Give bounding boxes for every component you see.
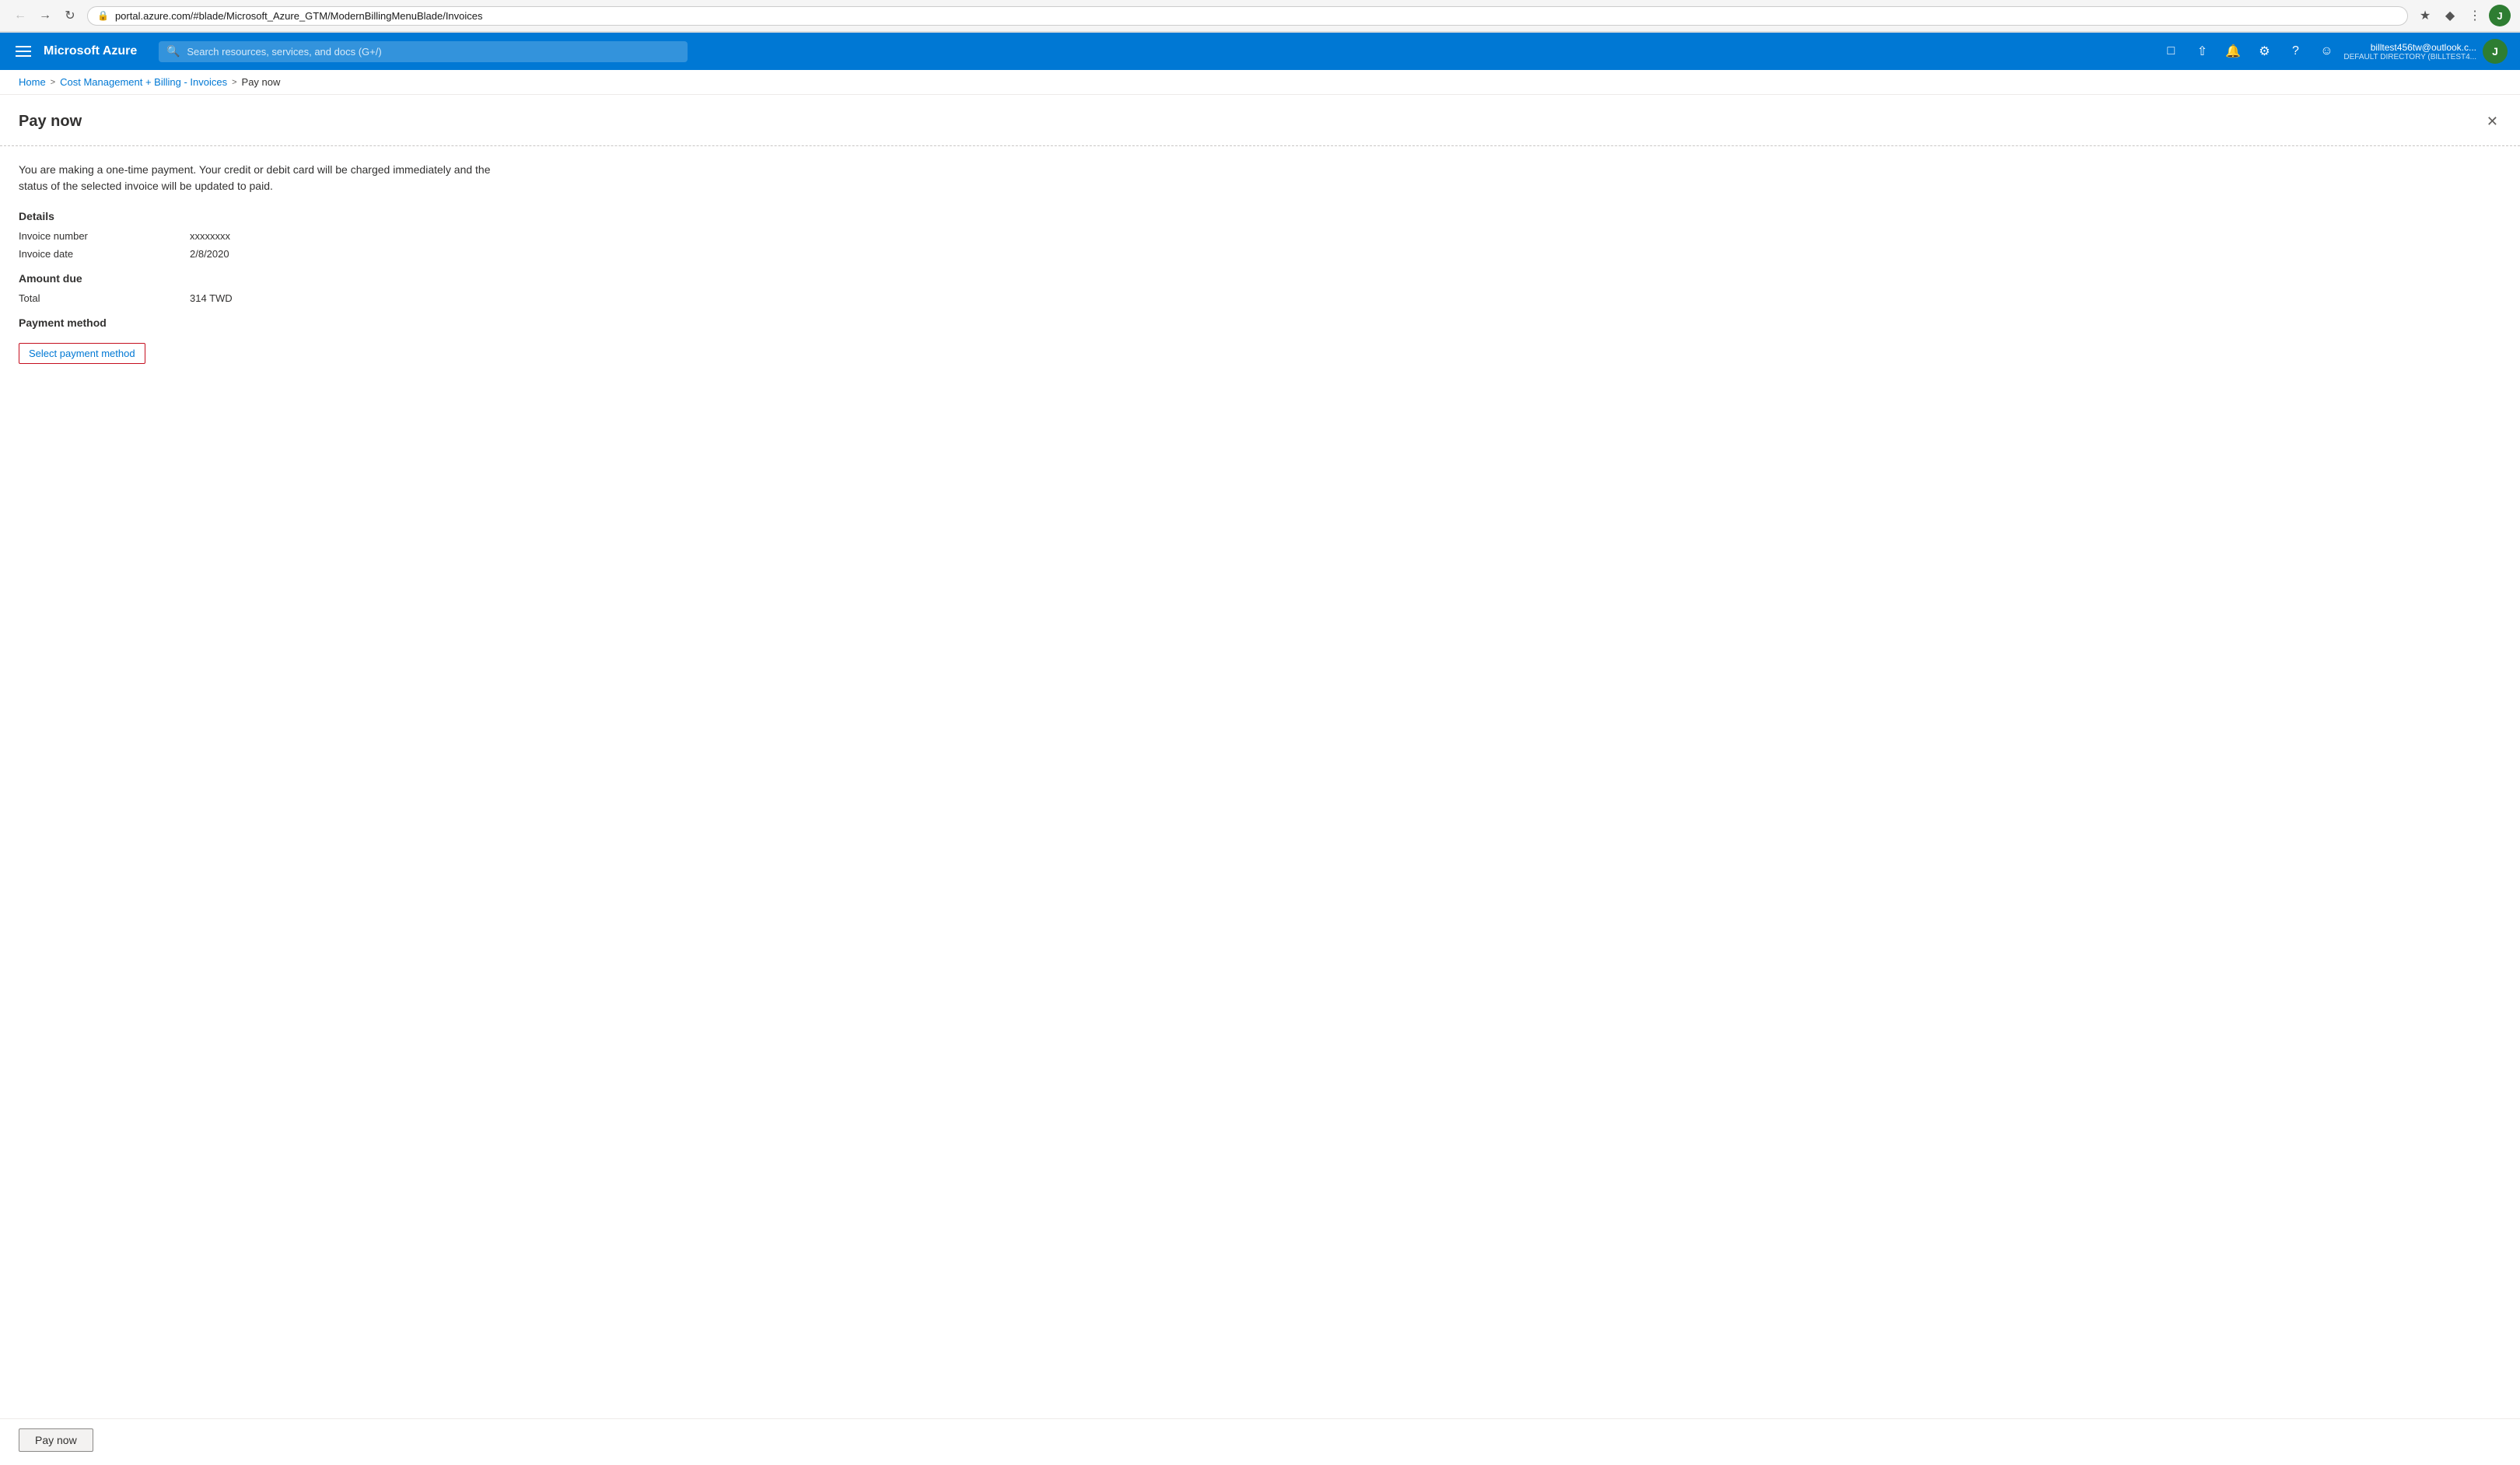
- bookmark-button[interactable]: ★: [2414, 5, 2436, 26]
- url-text: portal.azure.com/#blade/Microsoft_Azure_…: [115, 10, 2398, 22]
- feedback-button[interactable]: ☺: [2312, 37, 2340, 65]
- select-payment-method-button[interactable]: Select payment method: [19, 343, 145, 364]
- invoice-number-label: Invoice number: [19, 230, 190, 242]
- search-icon: 🔍: [166, 45, 180, 58]
- amount-due-section-title: Amount due: [19, 272, 2501, 285]
- cloud-shell-button[interactable]: □: [2157, 37, 2185, 65]
- forward-button[interactable]: →: [34, 5, 56, 26]
- invoice-number-value: xxxxxxxx: [190, 230, 230, 242]
- breadcrumb-sep-2: >: [232, 78, 236, 87]
- user-avatar[interactable]: J: [2483, 39, 2508, 64]
- info-text: You are making a one-time payment. Your …: [19, 162, 516, 194]
- azure-topbar: Microsoft Azure 🔍 □ ⇧ 🔔 ⚙ ? ☺ billtest45…: [0, 33, 2520, 70]
- settings-button[interactable]: ⚙: [2250, 37, 2278, 65]
- breadcrumb-home[interactable]: Home: [19, 76, 46, 88]
- panel-footer: Pay now: [0, 1418, 2520, 1461]
- panel-header: Pay now ✕: [0, 95, 2520, 146]
- topbar-actions: □ ⇧ 🔔 ⚙ ? ☺ billtest456tw@outlook.c... D…: [2157, 37, 2508, 65]
- more-button[interactable]: ⋮: [2464, 5, 2486, 26]
- help-button[interactable]: ?: [2281, 37, 2309, 65]
- lock-icon: 🔒: [97, 10, 109, 21]
- refresh-button[interactable]: ↻: [59, 5, 81, 26]
- azure-logo: Microsoft Azure: [44, 44, 137, 58]
- main-content: Home > Cost Management + Billing - Invoi…: [0, 70, 2520, 1465]
- browser-toolbar: ← → ↻ 🔒 portal.azure.com/#blade/Microsof…: [0, 0, 2520, 32]
- invoice-date-row: Invoice date 2/8/2020: [19, 248, 2501, 260]
- breadcrumb-billing[interactable]: Cost Management + Billing - Invoices: [60, 76, 227, 88]
- payment-method-section-title: Payment method: [19, 316, 2501, 329]
- total-label: Total: [19, 292, 190, 304]
- details-section-title: Details: [19, 210, 2501, 222]
- browser-actions: ★ ◆ ⋮ J: [2414, 5, 2511, 26]
- pay-now-panel: Pay now ✕ You are making a one-time paym…: [0, 95, 2520, 379]
- invoice-date-value: 2/8/2020: [190, 248, 229, 260]
- notifications-button[interactable]: 🔔: [2219, 37, 2247, 65]
- panel-body: You are making a one-time payment. Your …: [0, 146, 2520, 379]
- browser-chrome: ← → ↻ 🔒 portal.azure.com/#blade/Microsof…: [0, 0, 2520, 33]
- back-button[interactable]: ←: [9, 5, 31, 26]
- user-info: billtest456tw@outlook.c... DEFAULT DIREC…: [2343, 42, 2476, 61]
- total-value: 314 TWD: [190, 292, 233, 304]
- breadcrumb-sep-1: >: [51, 78, 55, 87]
- pay-now-button[interactable]: Pay now: [19, 1428, 93, 1452]
- breadcrumb: Home > Cost Management + Billing - Invoi…: [0, 70, 2520, 95]
- hamburger-menu[interactable]: [12, 43, 34, 60]
- search-container: 🔍: [159, 41, 688, 62]
- total-row: Total 314 TWD: [19, 292, 2501, 304]
- browser-profile[interactable]: J: [2489, 5, 2511, 26]
- extensions-button[interactable]: ◆: [2439, 5, 2461, 26]
- address-bar[interactable]: 🔒 portal.azure.com/#blade/Microsoft_Azur…: [87, 6, 2408, 26]
- user-email: billtest456tw@outlook.c...: [2371, 42, 2476, 53]
- search-input[interactable]: [159, 41, 688, 62]
- upload-button[interactable]: ⇧: [2188, 37, 2216, 65]
- breadcrumb-current: Pay now: [242, 76, 281, 88]
- panel-title: Pay now: [19, 113, 82, 131]
- nav-buttons: ← → ↻: [9, 5, 81, 26]
- close-button[interactable]: ✕: [2483, 110, 2501, 133]
- invoice-number-row: Invoice number xxxxxxxx: [19, 230, 2501, 242]
- invoice-date-label: Invoice date: [19, 248, 190, 260]
- user-directory: DEFAULT DIRECTORY (BILLTEST4...: [2343, 53, 2476, 61]
